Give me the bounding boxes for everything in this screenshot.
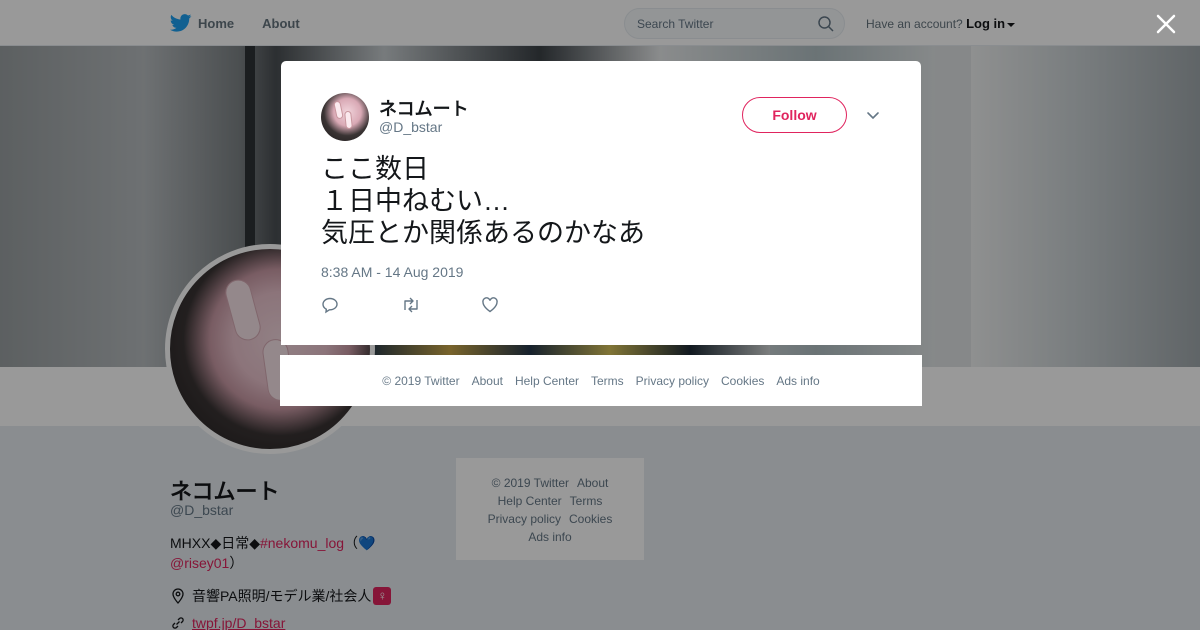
footer-cookies[interactable]: Cookies <box>721 374 764 388</box>
tweet-author-avatar[interactable] <box>321 93 369 141</box>
footer-privacy[interactable]: Privacy policy <box>636 374 709 388</box>
tweet-actions <box>321 296 561 314</box>
tweet-avatar-nail-2 <box>344 110 353 130</box>
follow-button[interactable]: Follow <box>742 97 847 133</box>
reply-button[interactable] <box>321 296 401 314</box>
tweet-avatar-nail-1 <box>333 100 344 120</box>
tweet-text: ここ数日 １日中ねむい… 気圧とか関係あるのかなあ <box>321 154 645 248</box>
close-icon[interactable] <box>1154 12 1178 36</box>
reply-icon <box>322 297 338 314</box>
like-button[interactable] <box>481 296 561 314</box>
modal-footer: © 2019 Twitter About Help Center Terms P… <box>280 355 922 406</box>
tweet-author-name[interactable]: ネコムート <box>379 95 469 121</box>
tweet-author-handle[interactable]: @D_bstar <box>379 119 442 135</box>
footer-about[interactable]: About <box>472 374 503 388</box>
like-icon <box>482 297 498 313</box>
footer-ads[interactable]: Ads info <box>776 374 819 388</box>
footer-help[interactable]: Help Center <box>515 374 579 388</box>
tweet-modal: ネコムート @D_bstar Follow ここ数日 １日中ねむい… 気圧とか関… <box>281 61 921 345</box>
retweet-button[interactable] <box>401 296 481 314</box>
footer-terms[interactable]: Terms <box>591 374 624 388</box>
retweet-icon <box>404 297 418 313</box>
tweet-timestamp[interactable]: 8:38 AM - 14 Aug 2019 <box>321 264 463 280</box>
footer-copyright: © 2019 Twitter <box>382 373 460 388</box>
chevron-down-icon[interactable] <box>865 107 881 123</box>
